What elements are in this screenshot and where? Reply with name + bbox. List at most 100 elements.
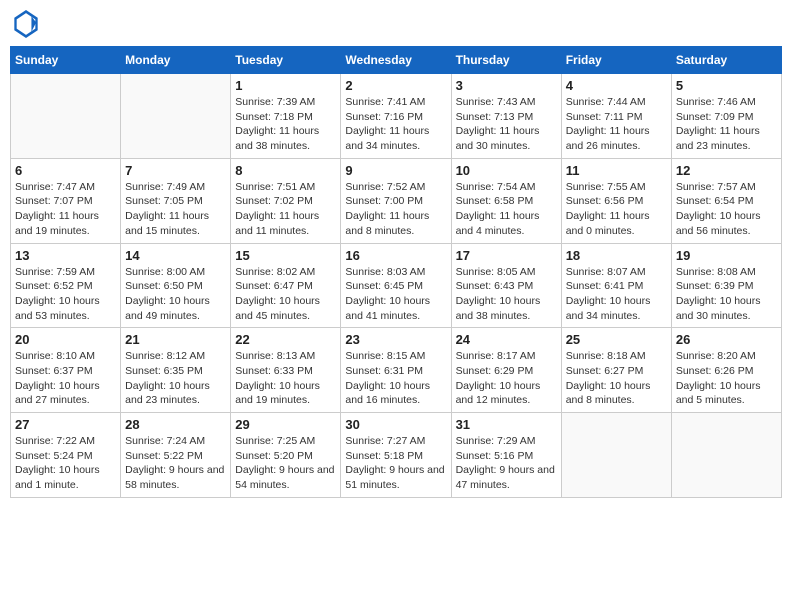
day-info: Sunrise: 8:15 AM Sunset: 6:31 PM Dayligh… xyxy=(345,349,446,408)
day-info: Sunrise: 7:43 AM Sunset: 7:13 PM Dayligh… xyxy=(456,95,557,154)
day-number: 10 xyxy=(456,163,557,178)
day-number: 12 xyxy=(676,163,777,178)
day-number: 28 xyxy=(125,417,226,432)
logo xyxy=(14,10,42,38)
day-info: Sunrise: 7:46 AM Sunset: 7:09 PM Dayligh… xyxy=(676,95,777,154)
day-number: 29 xyxy=(235,417,336,432)
day-number: 6 xyxy=(15,163,116,178)
calendar-cell: 8 Sunrise: 7:51 AM Sunset: 7:02 PM Daylig… xyxy=(231,158,341,243)
calendar-cell: 30 Sunrise: 7:27 AM Sunset: 5:18 PM Dayli… xyxy=(341,413,451,498)
day-info: Sunrise: 7:57 AM Sunset: 6:54 PM Dayligh… xyxy=(676,180,777,239)
day-number: 24 xyxy=(456,332,557,347)
calendar-cell: 23 Sunrise: 8:15 AM Sunset: 6:31 PM Dayli… xyxy=(341,328,451,413)
day-info: Sunrise: 7:24 AM Sunset: 5:22 PM Dayligh… xyxy=(125,434,226,493)
day-number: 25 xyxy=(566,332,667,347)
calendar-cell: 29 Sunrise: 7:25 AM Sunset: 5:20 PM Dayli… xyxy=(231,413,341,498)
day-info: Sunrise: 7:55 AM Sunset: 6:56 PM Dayligh… xyxy=(566,180,667,239)
calendar-cell: 2 Sunrise: 7:41 AM Sunset: 7:16 PM Daylig… xyxy=(341,74,451,159)
day-info: Sunrise: 7:25 AM Sunset: 5:20 PM Dayligh… xyxy=(235,434,336,493)
day-info: Sunrise: 8:13 AM Sunset: 6:33 PM Dayligh… xyxy=(235,349,336,408)
day-info: Sunrise: 8:07 AM Sunset: 6:41 PM Dayligh… xyxy=(566,265,667,324)
calendar-cell: 4Sunrise: 7:44 AM Sunset: 7:11 PM Daylig… xyxy=(561,74,671,159)
day-info: Sunrise: 7:54 AM Sunset: 6:58 PM Dayligh… xyxy=(456,180,557,239)
day-number: 22 xyxy=(235,332,336,347)
calendar-cell: 25 Sunrise: 8:18 AM Sunset: 6:27 PM Dayli… xyxy=(561,328,671,413)
day-number: 26 xyxy=(676,332,777,347)
weekday-header-wednesday: Wednesday xyxy=(341,47,451,74)
day-number: 11 xyxy=(566,163,667,178)
day-info: Sunrise: 8:00 AM Sunset: 6:50 PM Dayligh… xyxy=(125,265,226,324)
calendar-cell xyxy=(561,413,671,498)
calendar-cell: 18Sunrise: 8:07 AM Sunset: 6:41 PM Dayli… xyxy=(561,243,671,328)
calendar-cell xyxy=(121,74,231,159)
calendar-cell: 20 Sunrise: 8:10 AM Sunset: 6:37 PM Dayli… xyxy=(11,328,121,413)
calendar-cell: 27 Sunrise: 7:22 AM Sunset: 5:24 PM Dayli… xyxy=(11,413,121,498)
weekday-header-monday: Monday xyxy=(121,47,231,74)
calendar-cell: 24 Sunrise: 8:17 AM Sunset: 6:29 PM Dayli… xyxy=(451,328,561,413)
day-number: 19 xyxy=(676,248,777,263)
day-number: 15 xyxy=(235,248,336,263)
calendar-cell: 31Sunrise: 7:29 AM Sunset: 5:16 PM Dayli… xyxy=(451,413,561,498)
calendar-week-row: 6 Sunrise: 7:47 AM Sunset: 7:07 PM Daylig… xyxy=(11,158,782,243)
calendar-cell: 10 Sunrise: 7:54 AM Sunset: 6:58 PM Dayli… xyxy=(451,158,561,243)
calendar-cell: 7 Sunrise: 7:49 AM Sunset: 7:05 PM Daylig… xyxy=(121,158,231,243)
calendar-table: SundayMondayTuesdayWednesdayThursdayFrid… xyxy=(10,46,782,498)
day-number: 23 xyxy=(345,332,446,347)
calendar-cell: 26 Sunrise: 8:20 AM Sunset: 6:26 PM Dayli… xyxy=(671,328,781,413)
calendar-cell: 22 Sunrise: 8:13 AM Sunset: 6:33 PM Dayli… xyxy=(231,328,341,413)
day-number: 2 xyxy=(345,78,446,93)
calendar-cell: 3 Sunrise: 7:43 AM Sunset: 7:13 PM Daylig… xyxy=(451,74,561,159)
day-number: 17 xyxy=(456,248,557,263)
day-number: 7 xyxy=(125,163,226,178)
day-info: Sunrise: 7:49 AM Sunset: 7:05 PM Dayligh… xyxy=(125,180,226,239)
day-info: Sunrise: 8:10 AM Sunset: 6:37 PM Dayligh… xyxy=(15,349,116,408)
day-info: Sunrise: 7:52 AM Sunset: 7:00 PM Dayligh… xyxy=(345,180,446,239)
day-info: Sunrise: 8:20 AM Sunset: 6:26 PM Dayligh… xyxy=(676,349,777,408)
day-number: 21 xyxy=(125,332,226,347)
day-number: 5 xyxy=(676,78,777,93)
day-number: 8 xyxy=(235,163,336,178)
calendar-week-row: 27 Sunrise: 7:22 AM Sunset: 5:24 PM Dayli… xyxy=(11,413,782,498)
calendar-cell: 28 Sunrise: 7:24 AM Sunset: 5:22 PM Dayli… xyxy=(121,413,231,498)
day-info: Sunrise: 8:08 AM Sunset: 6:39 PM Dayligh… xyxy=(676,265,777,324)
calendar-cell: 14 Sunrise: 8:00 AM Sunset: 6:50 PM Dayli… xyxy=(121,243,231,328)
day-info: Sunrise: 7:22 AM Sunset: 5:24 PM Dayligh… xyxy=(15,434,116,493)
calendar-cell: 1Sunrise: 7:39 AM Sunset: 7:18 PM Daylig… xyxy=(231,74,341,159)
weekday-header-saturday: Saturday xyxy=(671,47,781,74)
day-number: 9 xyxy=(345,163,446,178)
day-number: 27 xyxy=(15,417,116,432)
day-info: Sunrise: 8:17 AM Sunset: 6:29 PM Dayligh… xyxy=(456,349,557,408)
day-info: Sunrise: 7:51 AM Sunset: 7:02 PM Dayligh… xyxy=(235,180,336,239)
day-info: Sunrise: 8:18 AM Sunset: 6:27 PM Dayligh… xyxy=(566,349,667,408)
calendar-cell: 13Sunrise: 7:59 AM Sunset: 6:52 PM Dayli… xyxy=(11,243,121,328)
calendar-week-row: 20 Sunrise: 8:10 AM Sunset: 6:37 PM Dayli… xyxy=(11,328,782,413)
weekday-header-tuesday: Tuesday xyxy=(231,47,341,74)
day-info: Sunrise: 7:47 AM Sunset: 7:07 PM Dayligh… xyxy=(15,180,116,239)
day-info: Sunrise: 8:05 AM Sunset: 6:43 PM Dayligh… xyxy=(456,265,557,324)
calendar-week-row: 1Sunrise: 7:39 AM Sunset: 7:18 PM Daylig… xyxy=(11,74,782,159)
calendar-cell xyxy=(671,413,781,498)
weekday-header-row: SundayMondayTuesdayWednesdayThursdayFrid… xyxy=(11,47,782,74)
calendar-cell: 17 Sunrise: 8:05 AM Sunset: 6:43 PM Dayli… xyxy=(451,243,561,328)
day-number: 20 xyxy=(15,332,116,347)
day-info: Sunrise: 8:02 AM Sunset: 6:47 PM Dayligh… xyxy=(235,265,336,324)
weekday-header-thursday: Thursday xyxy=(451,47,561,74)
day-number: 31 xyxy=(456,417,557,432)
calendar-cell xyxy=(11,74,121,159)
day-number: 14 xyxy=(125,248,226,263)
day-number: 4 xyxy=(566,78,667,93)
calendar-cell: 11 Sunrise: 7:55 AM Sunset: 6:56 PM Dayli… xyxy=(561,158,671,243)
calendar-cell: 9 Sunrise: 7:52 AM Sunset: 7:00 PM Daylig… xyxy=(341,158,451,243)
day-info: Sunrise: 7:41 AM Sunset: 7:16 PM Dayligh… xyxy=(345,95,446,154)
weekday-header-friday: Friday xyxy=(561,47,671,74)
logo-icon xyxy=(14,10,38,38)
day-number: 3 xyxy=(456,78,557,93)
calendar-cell: 6 Sunrise: 7:47 AM Sunset: 7:07 PM Daylig… xyxy=(11,158,121,243)
day-number: 1 xyxy=(235,78,336,93)
calendar-week-row: 13Sunrise: 7:59 AM Sunset: 6:52 PM Dayli… xyxy=(11,243,782,328)
day-info: Sunrise: 7:27 AM Sunset: 5:18 PM Dayligh… xyxy=(345,434,446,493)
page-header xyxy=(10,10,782,38)
calendar-cell: 16Sunrise: 8:03 AM Sunset: 6:45 PM Dayli… xyxy=(341,243,451,328)
calendar-cell: 19 Sunrise: 8:08 AM Sunset: 6:39 PM Dayli… xyxy=(671,243,781,328)
day-number: 30 xyxy=(345,417,446,432)
